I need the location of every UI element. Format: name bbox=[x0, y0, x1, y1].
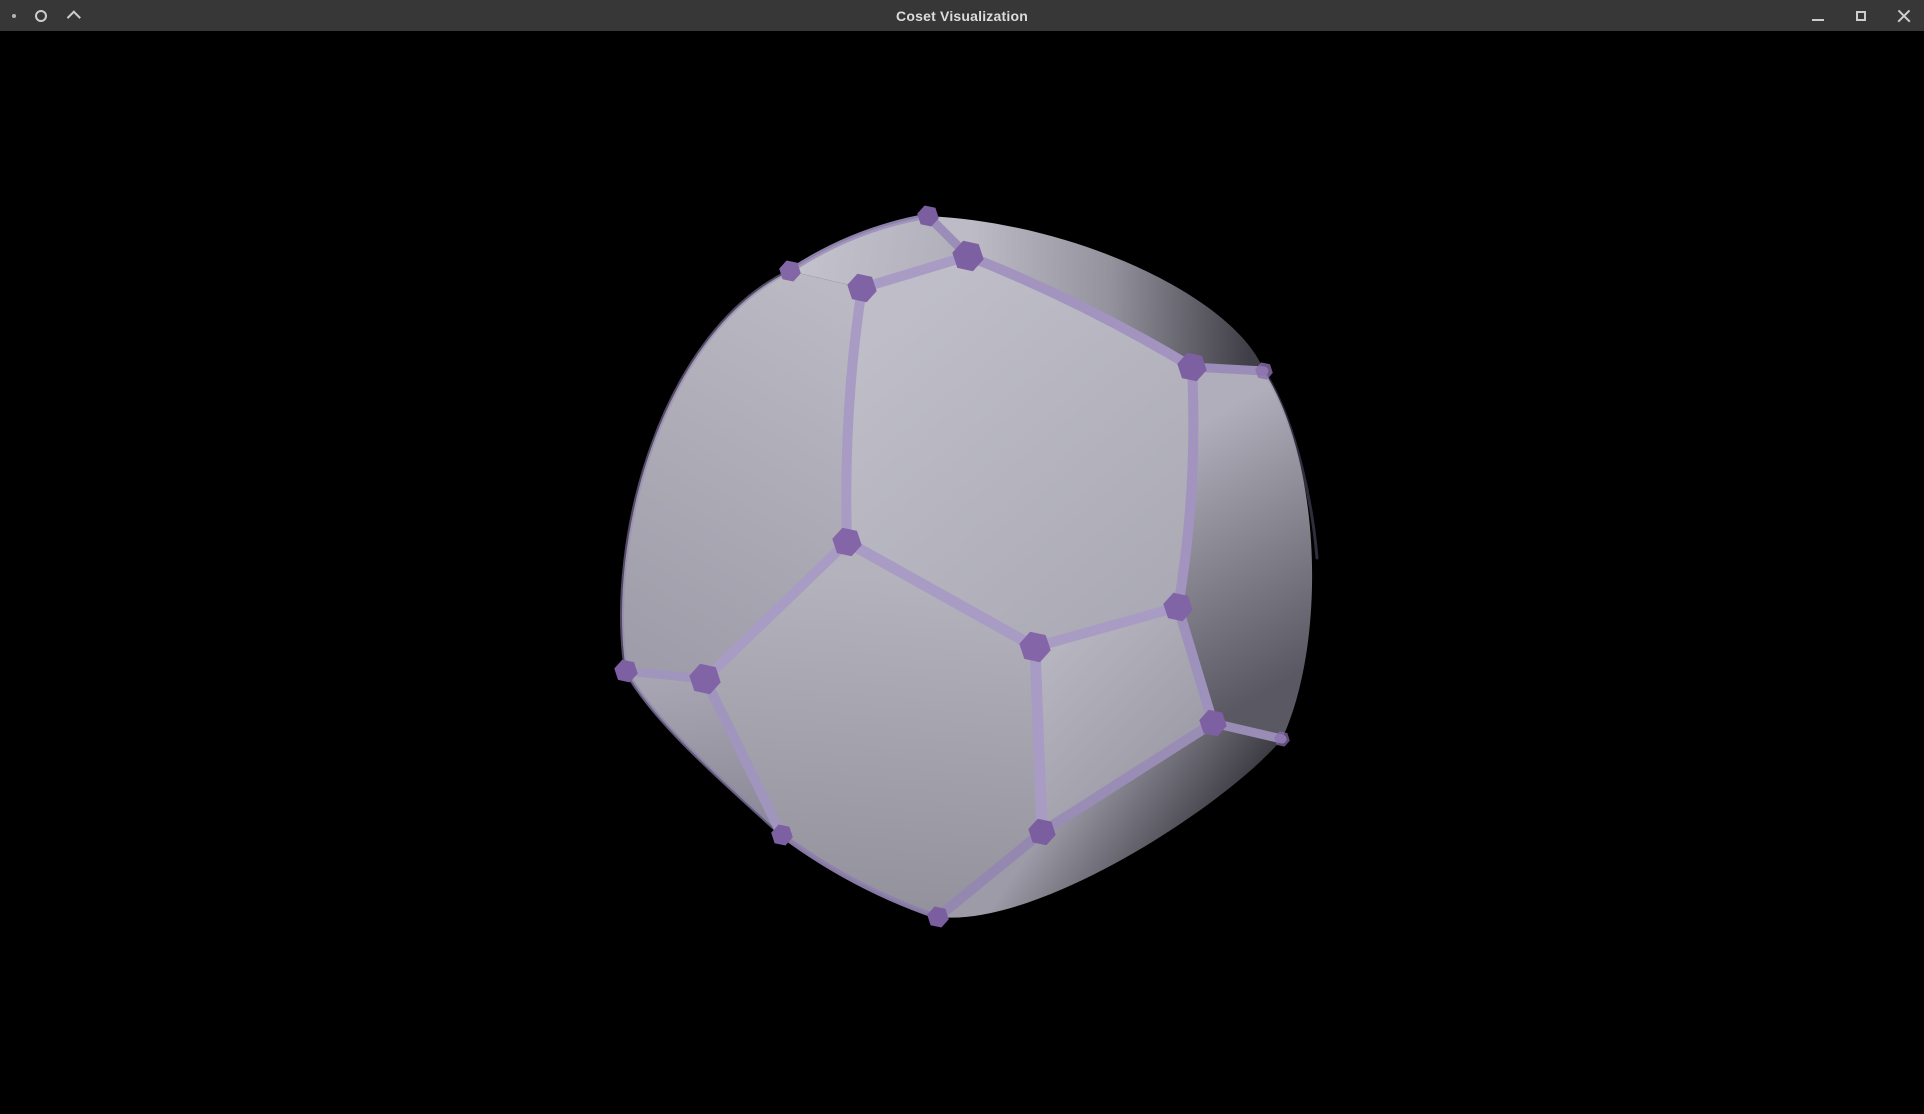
maximize-button[interactable] bbox=[1850, 0, 1872, 31]
close-button[interactable] bbox=[1893, 0, 1915, 31]
minimize-icon bbox=[1812, 19, 1824, 21]
app-window: Coset Visualization bbox=[0, 0, 1924, 1114]
titlebar[interactable]: Coset Visualization bbox=[0, 0, 1924, 31]
window-title: Coset Visualization bbox=[0, 0, 1924, 31]
3d-viewport[interactable] bbox=[0, 31, 1924, 1114]
titlebar-right-controls bbox=[1807, 0, 1915, 31]
close-icon bbox=[1897, 9, 1911, 23]
polyhedron-svg[interactable] bbox=[0, 31, 1924, 1114]
maximize-icon bbox=[1856, 11, 1866, 21]
minimize-button[interactable] bbox=[1807, 0, 1829, 31]
edge-FI bbox=[1035, 647, 1042, 832]
